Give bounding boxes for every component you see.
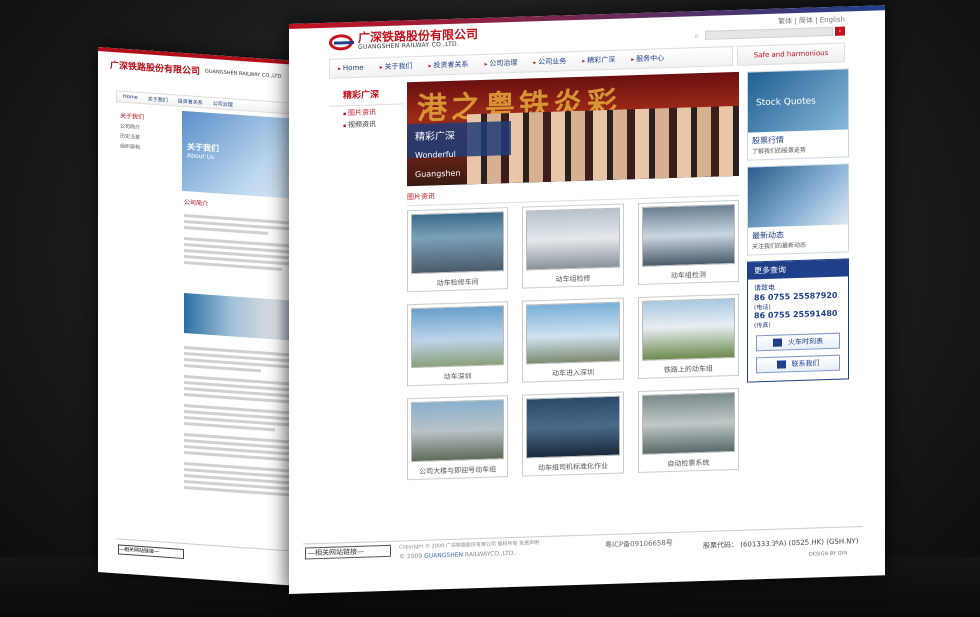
more-inquiries-box: 更多查询 请致电 86 0755 25587920 (电话) 86 0755 2… (747, 258, 849, 383)
fax-number: 86 0755 25591480 (754, 308, 838, 321)
photo-card[interactable]: 自动检票系统 (637, 387, 739, 474)
copyright-company: RAILWAYCO.,LTD. (464, 549, 516, 559)
train-schedule-label: 火车时刻表 (788, 337, 823, 347)
design-credit: DESIGN BY GYA (809, 550, 848, 558)
back-sidebar: 关于我们 公司简介 历史沿革 组织架构 (120, 111, 175, 154)
banner-title-en: Wonderful Guangshen (415, 149, 461, 180)
nav-item-investor[interactable]: 投资者关系 (421, 59, 477, 71)
photo-thumbnail[interactable] (526, 301, 620, 365)
fax-line: 86 0755 25591480 (传真) (754, 309, 842, 330)
news-subtitle: 关注我们的最新动态 (752, 241, 807, 251)
stock-codes: 股票代码： (601333.沪A) (0525.HK) (GSH.NY) (703, 537, 859, 550)
nav-item-about[interactable]: 关于我们 (372, 61, 421, 73)
photo-grid: 动车检修车间 动车组检修 动车组检测 动车深圳 动车进入深圳 铁路上的动车组 公… (407, 199, 739, 481)
photo-card[interactable]: 动车深圳 (407, 301, 509, 387)
back-side-link[interactable]: 公司简介 (120, 123, 175, 134)
back-nav-item[interactable]: 投资者关系 (178, 97, 203, 106)
photo-card[interactable]: 动车进入深圳 (522, 297, 624, 383)
nav-item-business[interactable]: 公司业务 (525, 56, 574, 68)
back-nav-item[interactable]: Home (123, 94, 138, 101)
nav-item-governance[interactable]: 公司治理 (476, 58, 525, 70)
stock-quotes-box[interactable]: Stock Quotes 股票行情 了解我们的股票走势 (747, 68, 849, 161)
photo-card[interactable]: 动车组司机标准化作业 (522, 391, 624, 477)
more-body: 请致电 86 0755 25587920 (电话) 86 0755 255914… (748, 276, 848, 381)
photo-caption[interactable]: 动车检修车间 (411, 276, 504, 289)
left-sidebar: 精彩广深 图片资讯 视频资讯 (329, 82, 403, 130)
photo-thumbnail[interactable] (641, 297, 735, 361)
photo-caption[interactable]: 自动检票系统 (642, 457, 735, 470)
company-logo[interactable]: 广深铁路股份有限公司 GUANGSHEN RAILWAY CO.,LTD. (329, 27, 478, 52)
right-sidebar: Stock Quotes 股票行情 了解我们的股票走势 最新动态 关注我们的最新… (747, 68, 849, 383)
photo-card[interactable]: 动车组检测 (637, 199, 739, 286)
search-icon: ⌕ (694, 31, 699, 41)
site-links-select[interactable]: —相关网站链接— (305, 544, 391, 560)
nav-item-service[interactable]: 服务中心 (623, 53, 672, 65)
back-nav-item[interactable]: 公司治理 (213, 100, 233, 108)
photo-caption[interactable]: 动车组检测 (642, 269, 735, 282)
stock-chart-image[interactable]: Stock Quotes (748, 69, 848, 133)
news-box[interactable]: 最新动态 关注我们的最新动态 (747, 163, 849, 256)
mail-icon (776, 360, 786, 369)
photo-thumbnail[interactable] (641, 391, 735, 455)
photo-card[interactable]: 动车检修车间 (407, 207, 509, 293)
photo-thumbnail[interactable] (526, 207, 620, 271)
news-image[interactable] (748, 164, 848, 228)
contact-us-button[interactable]: 联系我们 (756, 354, 840, 374)
nav-item-home[interactable]: Home (330, 63, 372, 73)
phone-number: 86 0755 25587920 (754, 290, 838, 303)
sidebar-item-videos[interactable]: 视频资讯 (329, 116, 403, 130)
search-input[interactable] (705, 26, 833, 40)
photo-thumbnail[interactable] (641, 203, 735, 267)
back-nav-item[interactable]: 关于我们 (148, 95, 168, 103)
photo-card[interactable]: 公司大楼与即迎号动车组 (407, 395, 509, 481)
copyright-year: © 2009 (399, 552, 423, 561)
tagline: Safe and harmonious (737, 42, 845, 66)
hero-banner: 港之粤铁炎彩 精彩广深 Wonderful Guangshen (407, 71, 739, 187)
photo-thumbnail[interactable] (526, 395, 620, 459)
nav-item-gallery[interactable]: 精彩广深 (574, 54, 623, 66)
photo-caption[interactable]: 动车组检修 (526, 273, 619, 286)
photo-caption[interactable]: 铁路上的动车组 (642, 363, 735, 376)
logo-icon (329, 33, 353, 51)
photo-caption[interactable]: 动车深圳 (411, 370, 504, 383)
photo-thumbnail[interactable] (411, 211, 505, 275)
fax-note: (传真) (754, 321, 771, 330)
train-schedule-button[interactable]: 火车时刻表 (756, 332, 840, 352)
contact-us-label: 联系我们 (791, 359, 820, 369)
back-side-link[interactable]: 历史沿革 (120, 133, 175, 144)
banner-title-cn: 精彩广深 (415, 130, 455, 144)
back-side-title: 关于我们 (120, 112, 145, 122)
icp-number: 粤ICP备09106658号 (605, 538, 673, 550)
footer-copyright-en: © 2009 GUANGSHEN RAILWAYCO.,LTD. (399, 550, 515, 561)
back-banner-text: 关于我们 About Us (187, 141, 219, 161)
photo-caption[interactable]: 公司大楼与即迎号动车组 (411, 464, 504, 477)
photo-thumbnail[interactable] (411, 399, 505, 463)
back-banner-en: About Us (187, 152, 215, 162)
photo-caption[interactable]: 动车进入深圳 (526, 367, 619, 380)
stock-subtitle: 了解我们的股票走势 (752, 146, 807, 156)
train-icon (773, 338, 782, 347)
back-side-link[interactable]: 组织架构 (120, 143, 175, 154)
front-page-mockup: 广深铁路股份有限公司 GUANGSHEN RAILWAY CO.,LTD. 繁体… (289, 5, 885, 594)
back-logo-cn: 广深铁路股份有限公司 (110, 60, 201, 78)
back-logo-en: GUANGSHEN RAILWAY CO.,LTD. (205, 67, 283, 80)
photo-card[interactable]: 动车组检修 (522, 203, 624, 289)
copyright-link[interactable]: GUANGSHEN (424, 552, 463, 560)
search-button[interactable]: › (835, 26, 845, 36)
stock-image-label: Stock Quotes (756, 96, 816, 109)
photo-card[interactable]: 铁路上的动车组 (637, 293, 739, 380)
language-switch[interactable]: 繁体 | 简体 | English (778, 15, 845, 27)
banner-caption: 精彩广深 Wonderful Guangshen (407, 121, 511, 179)
sidebar-title: 精彩广深 (329, 82, 403, 107)
photo-thumbnail[interactable] (411, 305, 505, 369)
photo-caption[interactable]: 动车组司机标准化作业 (526, 461, 619, 474)
